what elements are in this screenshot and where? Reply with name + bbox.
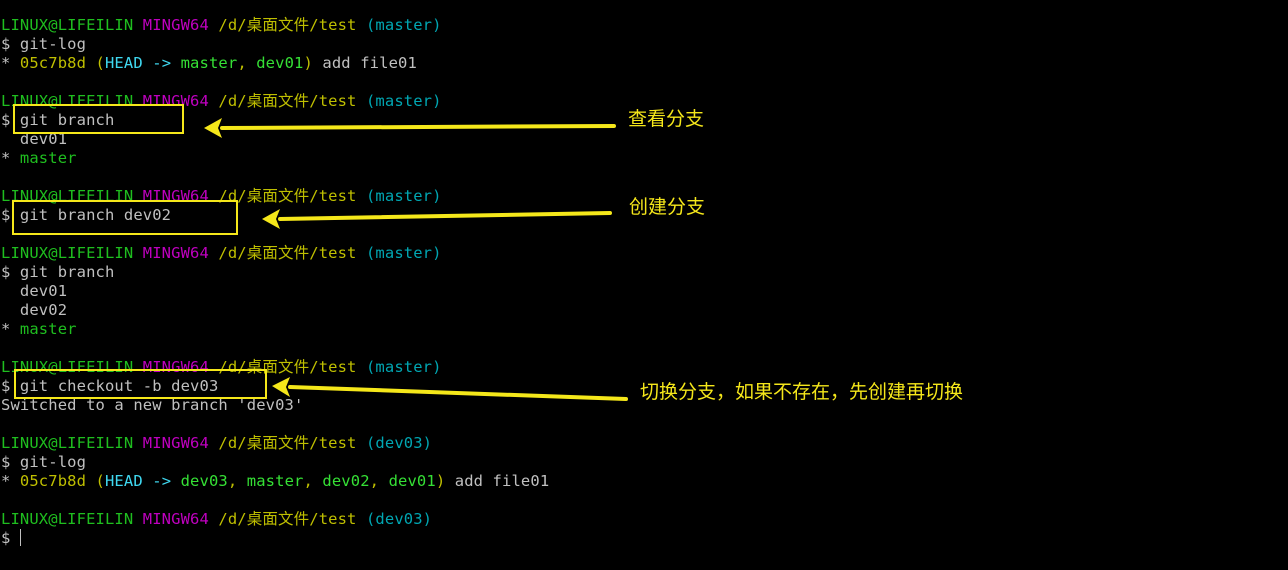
annotation-view-branch: 查看分支 xyxy=(628,108,705,130)
arrow-3 xyxy=(272,377,628,401)
arrow-2 xyxy=(262,209,612,229)
arrow-1 xyxy=(204,118,616,138)
annotation-switch-branch: 切换分支，如果不存在，先创建再切换 xyxy=(640,381,964,403)
annotation-create-branch: 创建分支 xyxy=(629,196,706,218)
annotation-arrows xyxy=(204,118,628,401)
